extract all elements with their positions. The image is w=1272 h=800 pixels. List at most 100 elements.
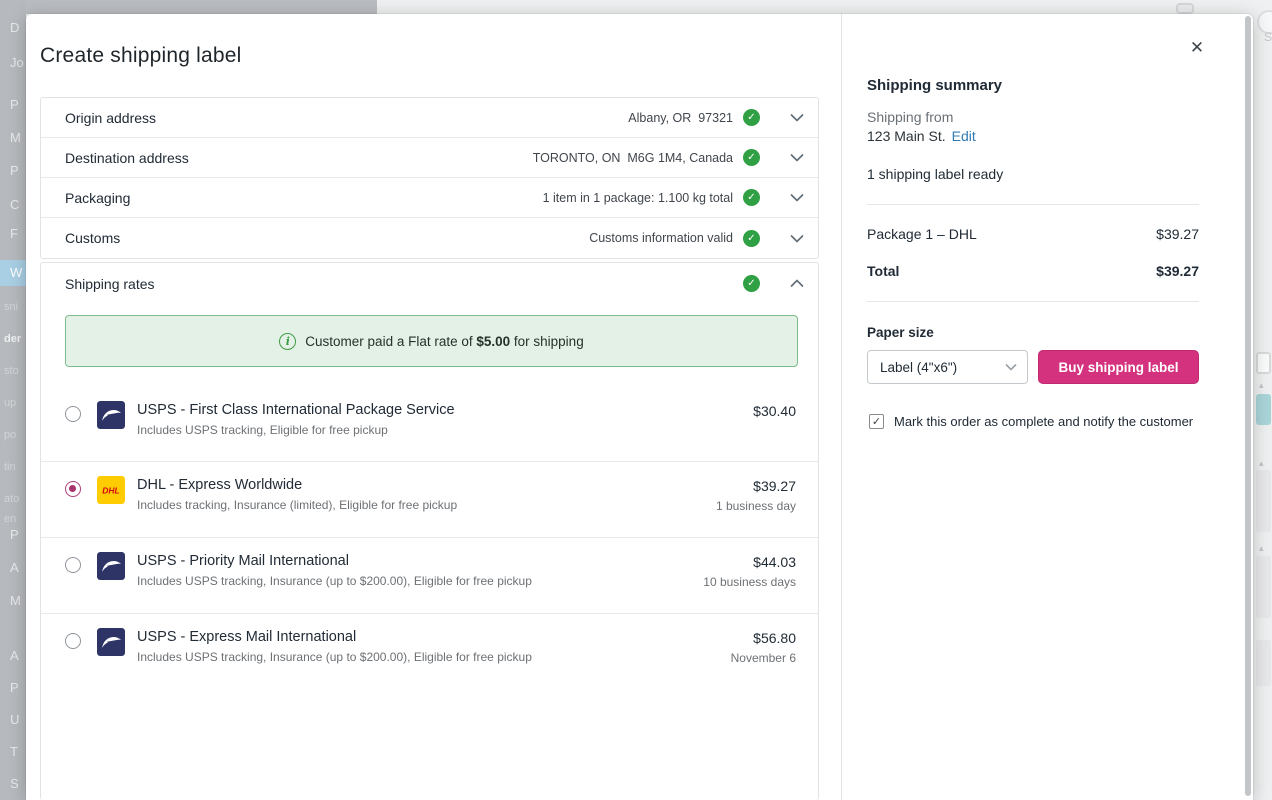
section-status-text: Albany, OR 97321 bbox=[628, 111, 733, 125]
sidebar-item-fragment: P bbox=[10, 163, 19, 178]
shipping-rates-section: Shipping rates ✓ i Customer paid a Flat … bbox=[40, 262, 819, 800]
section-status-text: 1 item in 1 package: 1.100 kg total bbox=[543, 191, 733, 205]
sidebar-subitem-fragment: po bbox=[4, 429, 16, 441]
section-label: Shipping rates bbox=[65, 276, 155, 292]
sidebar-item-active-fragment: W bbox=[0, 260, 26, 286]
background-letter-fragment: S bbox=[1264, 30, 1272, 44]
sidebar-subitem-fragment: sto bbox=[4, 365, 19, 377]
sidebar-subitem-fragment: ato bbox=[4, 493, 19, 505]
sidebar-subitem-fragment: tin bbox=[4, 461, 16, 473]
radio-unselected[interactable] bbox=[65, 406, 81, 422]
chevron-down-icon bbox=[1005, 363, 1017, 371]
rate-name: USPS - Express Mail International bbox=[137, 629, 731, 645]
rate-details: Includes tracking, Insurance (limited), … bbox=[137, 498, 716, 512]
accordion-section-packaging[interactable]: Packaging 1 item in 1 package: 1.100 kg … bbox=[41, 178, 818, 218]
section-label: Origin address bbox=[65, 110, 156, 126]
banner-text: Customer paid a Flat rate of $5.00 for s… bbox=[305, 334, 583, 349]
accordion-section-destination-address[interactable]: Destination address TORONTO, ON M6G 1M4,… bbox=[41, 138, 818, 178]
banner-amount: $5.00 bbox=[476, 334, 510, 349]
background-page-right-edge: S ▴ ▴ ▴ bbox=[1253, 0, 1272, 800]
paper-size-label: Paper size bbox=[867, 325, 1199, 340]
accordion-section-shipping-rates[interactable]: Shipping rates ✓ bbox=[41, 263, 818, 304]
chevron-down-icon[interactable] bbox=[790, 231, 804, 245]
address-text: 123 Main St. bbox=[867, 128, 946, 144]
page-title: Create shipping label bbox=[40, 44, 242, 68]
rate-details: Includes USPS tracking, Insurance (up to… bbox=[137, 650, 731, 664]
rate-option-usps-first-class[interactable]: USPS - First Class International Package… bbox=[41, 387, 818, 462]
label-ready-status: 1 shipping label ready bbox=[867, 166, 1199, 182]
mark-complete-label: Mark this order as complete and notify t… bbox=[894, 414, 1193, 430]
check-circle-icon: ✓ bbox=[743, 230, 760, 247]
mark-complete-checkbox[interactable]: ✓ bbox=[869, 414, 884, 429]
chevron-down-icon[interactable] bbox=[790, 111, 804, 125]
summary-title: Shipping summary bbox=[867, 77, 1199, 94]
chevron-down-icon[interactable] bbox=[790, 151, 804, 165]
sidebar-item-fragment: S bbox=[10, 776, 19, 791]
total-label: Total bbox=[867, 263, 899, 279]
usps-logo-icon bbox=[97, 552, 125, 580]
rate-eta: November 6 bbox=[731, 651, 796, 665]
paper-size-select[interactable]: Label (4"x6") bbox=[867, 350, 1028, 384]
background-page-topstrip bbox=[0, 0, 1272, 14]
check-circle-icon: ✓ bbox=[743, 189, 760, 206]
rate-eta: 1 business day bbox=[716, 499, 796, 513]
radio-unselected[interactable] bbox=[65, 557, 81, 573]
check-circle-icon: ✓ bbox=[743, 109, 760, 126]
admin-sidebar-partial: D Jo P M P C F W sni der sto up po tin a… bbox=[0, 0, 26, 800]
chevron-up-icon[interactable] bbox=[790, 277, 804, 291]
background-block-fragment bbox=[1256, 470, 1271, 532]
section-label: Customs bbox=[65, 230, 120, 246]
caret-fragment-icon: ▴ bbox=[1259, 458, 1264, 469]
rate-price: $30.40 bbox=[753, 403, 796, 419]
radio-selected[interactable] bbox=[65, 481, 81, 497]
background-block-fragment bbox=[1256, 556, 1271, 618]
rate-option-dhl-express[interactable]: DHL DHL - Express Worldwide Includes tra… bbox=[41, 462, 818, 538]
label-steps-accordion: Origin address Albany, OR 97321 ✓ Destin… bbox=[40, 97, 819, 259]
banner-text-suffix: for shipping bbox=[510, 334, 584, 349]
paper-size-value: Label (4"x6") bbox=[880, 360, 1005, 375]
modal-scrollbar[interactable] bbox=[1245, 16, 1251, 796]
sidebar-item-fragment: P bbox=[10, 97, 19, 112]
sidebar-item-fragment: P bbox=[10, 527, 19, 542]
rate-option-usps-priority[interactable]: USPS - Priority Mail International Inclu… bbox=[41, 538, 818, 614]
package-line-label: Package 1 – DHL bbox=[867, 226, 977, 242]
mark-complete-row: ✓ Mark this order as complete and notify… bbox=[867, 414, 1199, 430]
sidebar-subitem-fragment: up bbox=[4, 397, 16, 409]
sidebar-subitem-fragment: en bbox=[4, 513, 16, 525]
sidebar-item-fragment: M bbox=[10, 593, 21, 608]
sidebar-item-fragment: D bbox=[10, 20, 19, 35]
sidebar-subitem-fragment: sni bbox=[4, 301, 18, 313]
sidebar-item-fragment: U bbox=[10, 712, 19, 727]
check-circle-icon: ✓ bbox=[743, 149, 760, 166]
accordion-section-origin-address[interactable]: Origin address Albany, OR 97321 ✓ bbox=[41, 98, 818, 138]
accordion-section-customs[interactable]: Customs Customs information valid ✓ bbox=[41, 218, 818, 258]
background-block-fragment bbox=[1256, 640, 1271, 686]
section-status-text: Customs information valid bbox=[589, 231, 733, 245]
caret-fragment-icon: ▴ bbox=[1259, 380, 1264, 391]
background-partial-icon bbox=[1176, 3, 1194, 14]
section-label: Destination address bbox=[65, 150, 189, 166]
usps-logo-icon bbox=[97, 628, 125, 656]
sidebar-item-fragment: F bbox=[10, 226, 18, 241]
create-shipping-label-modal: Create shipping label ✕ Origin address A… bbox=[26, 14, 1253, 800]
shipping-summary-panel: Shipping summary Shipping from 123 Main … bbox=[841, 14, 1253, 800]
rate-price: $56.80 bbox=[731, 630, 796, 646]
dhl-logo-icon: DHL bbox=[97, 476, 125, 504]
rate-option-usps-express[interactable]: USPS - Express Mail International Includ… bbox=[41, 614, 818, 689]
divider bbox=[867, 301, 1199, 302]
sidebar-item-active-letter: W bbox=[10, 265, 22, 280]
chevron-down-icon[interactable] bbox=[790, 191, 804, 205]
sidebar-item-fragment: M bbox=[10, 130, 21, 145]
caret-fragment-icon: ▴ bbox=[1259, 543, 1264, 554]
sidebar-item-fragment: C bbox=[10, 197, 19, 212]
sidebar-item-fragment: P bbox=[10, 680, 19, 695]
banner-text-prefix: Customer paid a Flat rate of bbox=[305, 334, 476, 349]
buy-shipping-label-button[interactable]: Buy shipping label bbox=[1038, 350, 1199, 384]
check-circle-icon: ✓ bbox=[743, 275, 760, 292]
background-button-fragment bbox=[1256, 352, 1271, 374]
sidebar-item-fragment: T bbox=[10, 744, 18, 759]
edit-address-link[interactable]: Edit bbox=[952, 128, 976, 144]
sidebar-item-fragment: A bbox=[10, 648, 19, 663]
radio-unselected[interactable] bbox=[65, 633, 81, 649]
divider bbox=[867, 204, 1199, 205]
